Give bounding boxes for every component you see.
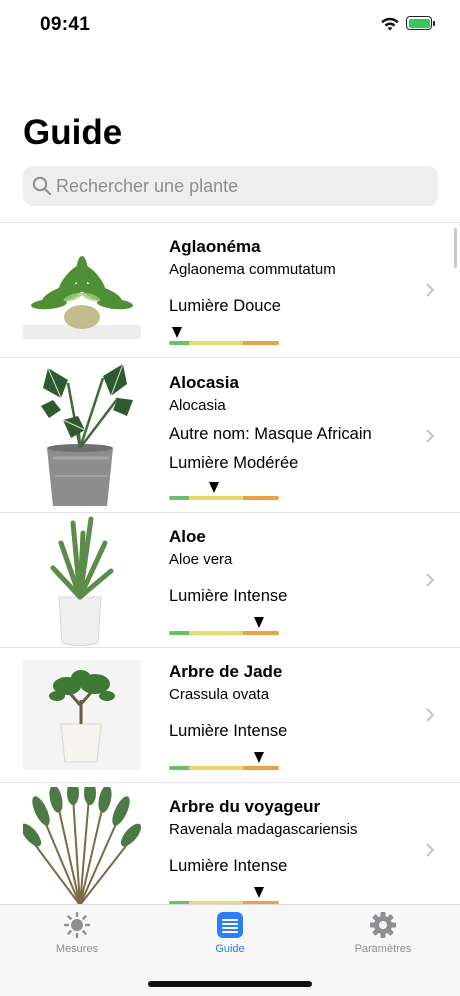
plant-name: Aloe — [169, 527, 206, 546]
plant-other-name: Autre nom: Masque Africain — [169, 425, 372, 443]
light-meter — [169, 766, 279, 770]
plant-thumbnail — [23, 513, 141, 647]
plant-scientific-name: Alocasia — [169, 397, 226, 414]
plant-name: Arbre du voyageur — [169, 797, 321, 816]
plant-name: Alocasia — [169, 373, 239, 392]
light-level-marker — [172, 327, 183, 338]
plant-row-arbre-de-jade[interactable]: Arbre de Jade Crassula ovata Lumière Int… — [0, 648, 460, 783]
chevron-right-icon — [426, 573, 435, 587]
plant-light-label: Lumière Douce — [169, 297, 281, 315]
battery-icon — [406, 16, 435, 30]
plant-scientific-name: Crassula ovata — [169, 686, 270, 703]
plant-row-alocasia[interactable]: Alocasia Alocasia Autre nom: Masque Afri… — [0, 358, 460, 513]
light-meter — [169, 341, 279, 345]
plant-light-label: Lumière Intense — [169, 722, 288, 740]
chevron-right-icon — [426, 283, 435, 297]
search-icon — [32, 176, 52, 196]
plant-light-label: Lumière Intense — [169, 587, 288, 605]
plant-row-aloe[interactable]: Aloe Aloe vera Lumière Intense — [0, 513, 460, 648]
plant-scientific-name: Aloe vera — [169, 551, 233, 568]
gear-icon — [370, 912, 396, 938]
tab-parametres[interactable]: Paramètres — [333, 909, 433, 965]
chevron-right-icon — [426, 429, 435, 443]
light-level-marker — [208, 482, 219, 493]
tab-label: Mesures — [55, 943, 99, 955]
light-meter — [169, 496, 279, 500]
tab-guide[interactable]: Guide — [180, 909, 280, 965]
plant-thumbnail — [23, 787, 141, 905]
search-field[interactable]: Rechercher une plante — [23, 166, 438, 206]
light-level-marker — [253, 752, 264, 763]
plant-light-label: Lumière Modérée — [169, 454, 299, 472]
light-level-marker — [253, 617, 264, 628]
search-placeholder: Rechercher une plante — [56, 176, 239, 196]
list-icon — [217, 912, 243, 938]
scroll-indicator[interactable] — [454, 228, 457, 268]
plant-scientific-name: Aglaonema commutatum — [169, 261, 336, 278]
chevron-right-icon — [426, 843, 435, 857]
plant-name: Arbre de Jade — [169, 662, 283, 681]
tab-mesures[interactable]: Mesures — [27, 909, 127, 965]
plant-thumbnail — [23, 239, 141, 339]
home-indicator[interactable] — [148, 981, 312, 987]
tab-label: Paramètres — [354, 943, 412, 955]
wifi-icon — [381, 17, 399, 31]
plant-row-aglaonema[interactable]: Aglaonéma Aglaonema commutatum Lumière D… — [0, 223, 460, 358]
plant-thumbnail — [23, 660, 141, 770]
plant-light-label: Lumière Intense — [169, 857, 288, 875]
light-meter — [169, 631, 279, 635]
plant-list[interactable]: Aglaonéma Aglaonema commutatum Lumière D… — [0, 222, 460, 905]
chevron-right-icon — [426, 708, 435, 722]
light-level-marker — [253, 887, 264, 898]
plant-row-arbre-du-voyageur[interactable]: Arbre du voyageur Ravenala madagascarien… — [0, 783, 460, 905]
plant-name: Aglaonéma — [169, 237, 261, 256]
plant-thumbnail — [23, 358, 141, 510]
status-bar: 09:41 — [0, 0, 460, 50]
status-time: 09:41 — [40, 14, 91, 35]
sun-icon — [63, 911, 91, 939]
plant-scientific-name: Ravenala madagascariensis — [169, 821, 358, 838]
page-title: Guide — [23, 113, 123, 152]
tab-label: Guide — [215, 943, 245, 955]
